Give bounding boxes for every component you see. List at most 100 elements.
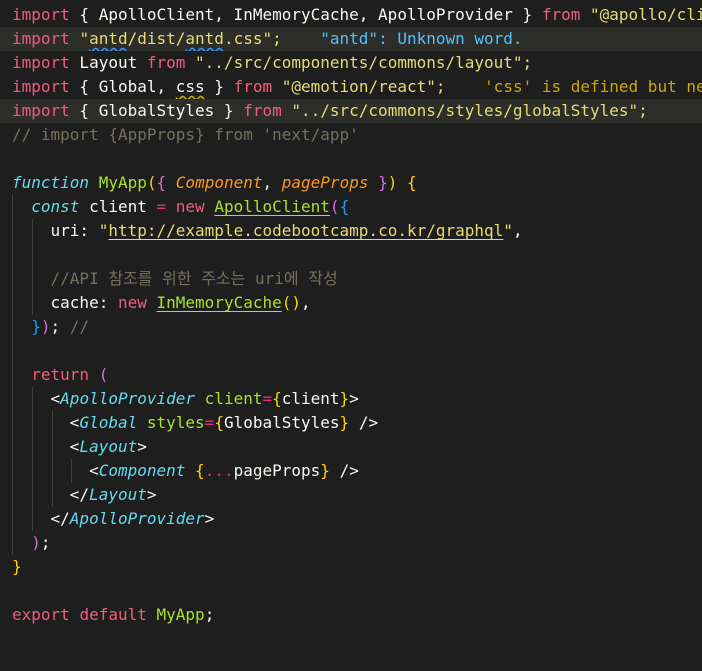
code-token: from (243, 101, 282, 120)
code-token: import (12, 29, 70, 48)
code-line[interactable]: export default MyApp; (0, 603, 702, 627)
code-line[interactable]: import "antd/dist/antd.css"; "antd": Unk… (0, 27, 702, 51)
code-token: Component (98, 461, 186, 480)
code-token: { (339, 197, 350, 216)
code-token: antd (89, 29, 128, 48)
indent-guide (12, 483, 13, 507)
code-line[interactable]: <ApolloProvider client={client}> (0, 387, 702, 411)
code-token: http://example.codebootcamp.co.kr/graphq… (108, 221, 504, 240)
code-line[interactable]: // import {AppProps} from 'next/app' (0, 123, 702, 147)
code-token: > (204, 509, 215, 528)
code-line[interactable]: import Layout from "../src/components/co… (0, 51, 702, 75)
code-line[interactable]: import { GlobalStyles } from "../src/com… (0, 99, 702, 123)
code-line[interactable]: uri: "http://example.codebootcamp.co.kr/… (0, 219, 702, 243)
code-line[interactable]: } (0, 555, 702, 579)
code-token: MyApp (156, 605, 205, 624)
code-token: // import {AppProps} from 'next/app' (12, 125, 359, 144)
code-token: from (146, 53, 186, 72)
code-line[interactable]: </Layout> (0, 483, 702, 507)
indent-guide (12, 387, 13, 411)
code-token: import (12, 5, 70, 24)
code-token: { (214, 413, 224, 432)
code-line[interactable]: import { ApolloClient, InMemoryCache, Ap… (0, 3, 702, 27)
code-token: ; (204, 605, 215, 624)
code-token: new (117, 293, 147, 312)
code-token: Layout (69, 53, 147, 72)
code-token: function (12, 173, 90, 192)
code-line[interactable]: import { Global, css } from "@emotion/re… (0, 75, 702, 99)
code-line[interactable]: </ApolloProvider> (0, 507, 702, 531)
code-token: } (12, 557, 22, 576)
indent-guide (12, 291, 13, 315)
code-line[interactable]: ); (0, 531, 702, 555)
code-line[interactable]: //API 참조를 위한 주소는 uri에 작성 (0, 267, 702, 291)
code-token: { (156, 173, 167, 192)
code-line[interactable]: cache: new InMemoryCache(), (0, 291, 702, 315)
code-token: /dist/ (127, 29, 186, 48)
code-token: > (146, 485, 157, 504)
code-line[interactable] (0, 339, 702, 363)
indent-guide (71, 459, 73, 483)
code-token: } (339, 389, 350, 408)
code-token: InMemoryCache (156, 293, 282, 312)
code-line[interactable] (0, 579, 702, 603)
code-token: "antd": Unknown word. (320, 29, 523, 48)
indent-guide (12, 459, 13, 483)
code-token: { (272, 389, 282, 408)
code-line[interactable]: <Component {...pageProps} /> (0, 459, 702, 483)
indent-guide (12, 243, 13, 267)
indent-guide (12, 411, 13, 435)
code-token: , (262, 173, 282, 192)
code-token: pageProps (281, 173, 369, 192)
code-token: ApolloClient (214, 197, 330, 216)
indent-guide (12, 219, 13, 243)
code-line[interactable]: function MyApp({ Component, pageProps })… (0, 171, 702, 195)
indent-guide (31, 267, 33, 291)
indent-guide (12, 435, 13, 459)
code-token: new (175, 197, 205, 216)
code-line[interactable]: return ( (0, 363, 702, 387)
code-token: cache: (12, 293, 118, 312)
code-token: ( (329, 197, 340, 216)
code-token: } (320, 461, 330, 480)
indent-guide (31, 291, 33, 315)
code-line[interactable]: const client = new ApolloClient({ (0, 195, 702, 219)
code-token: "../src/components/commons/layout"; (195, 53, 533, 72)
code-token: Component (175, 173, 263, 192)
code-editor[interactable]: import { ApolloClient, InMemoryCache, Ap… (0, 3, 702, 627)
code-token: > (349, 389, 359, 408)
code-token: ) (40, 317, 51, 336)
code-token: import (12, 101, 70, 120)
code-line[interactable]: <Layout> (0, 435, 702, 459)
code-token: </ (12, 485, 90, 504)
code-token: client (281, 389, 340, 408)
code-token: ... (204, 461, 234, 480)
code-line[interactable] (0, 243, 702, 267)
code-token: } (339, 413, 350, 432)
code-token: { Global, (69, 77, 176, 96)
code-line[interactable]: <Global styles={GlobalStyles} /> (0, 411, 702, 435)
code-token: = (204, 413, 215, 432)
code-line[interactable] (0, 147, 702, 171)
code-line[interactable]: }); // (0, 315, 702, 339)
code-token: = (156, 197, 167, 216)
code-token: > (137, 437, 147, 456)
indent-guide (31, 435, 33, 459)
code-token: import (12, 53, 70, 72)
